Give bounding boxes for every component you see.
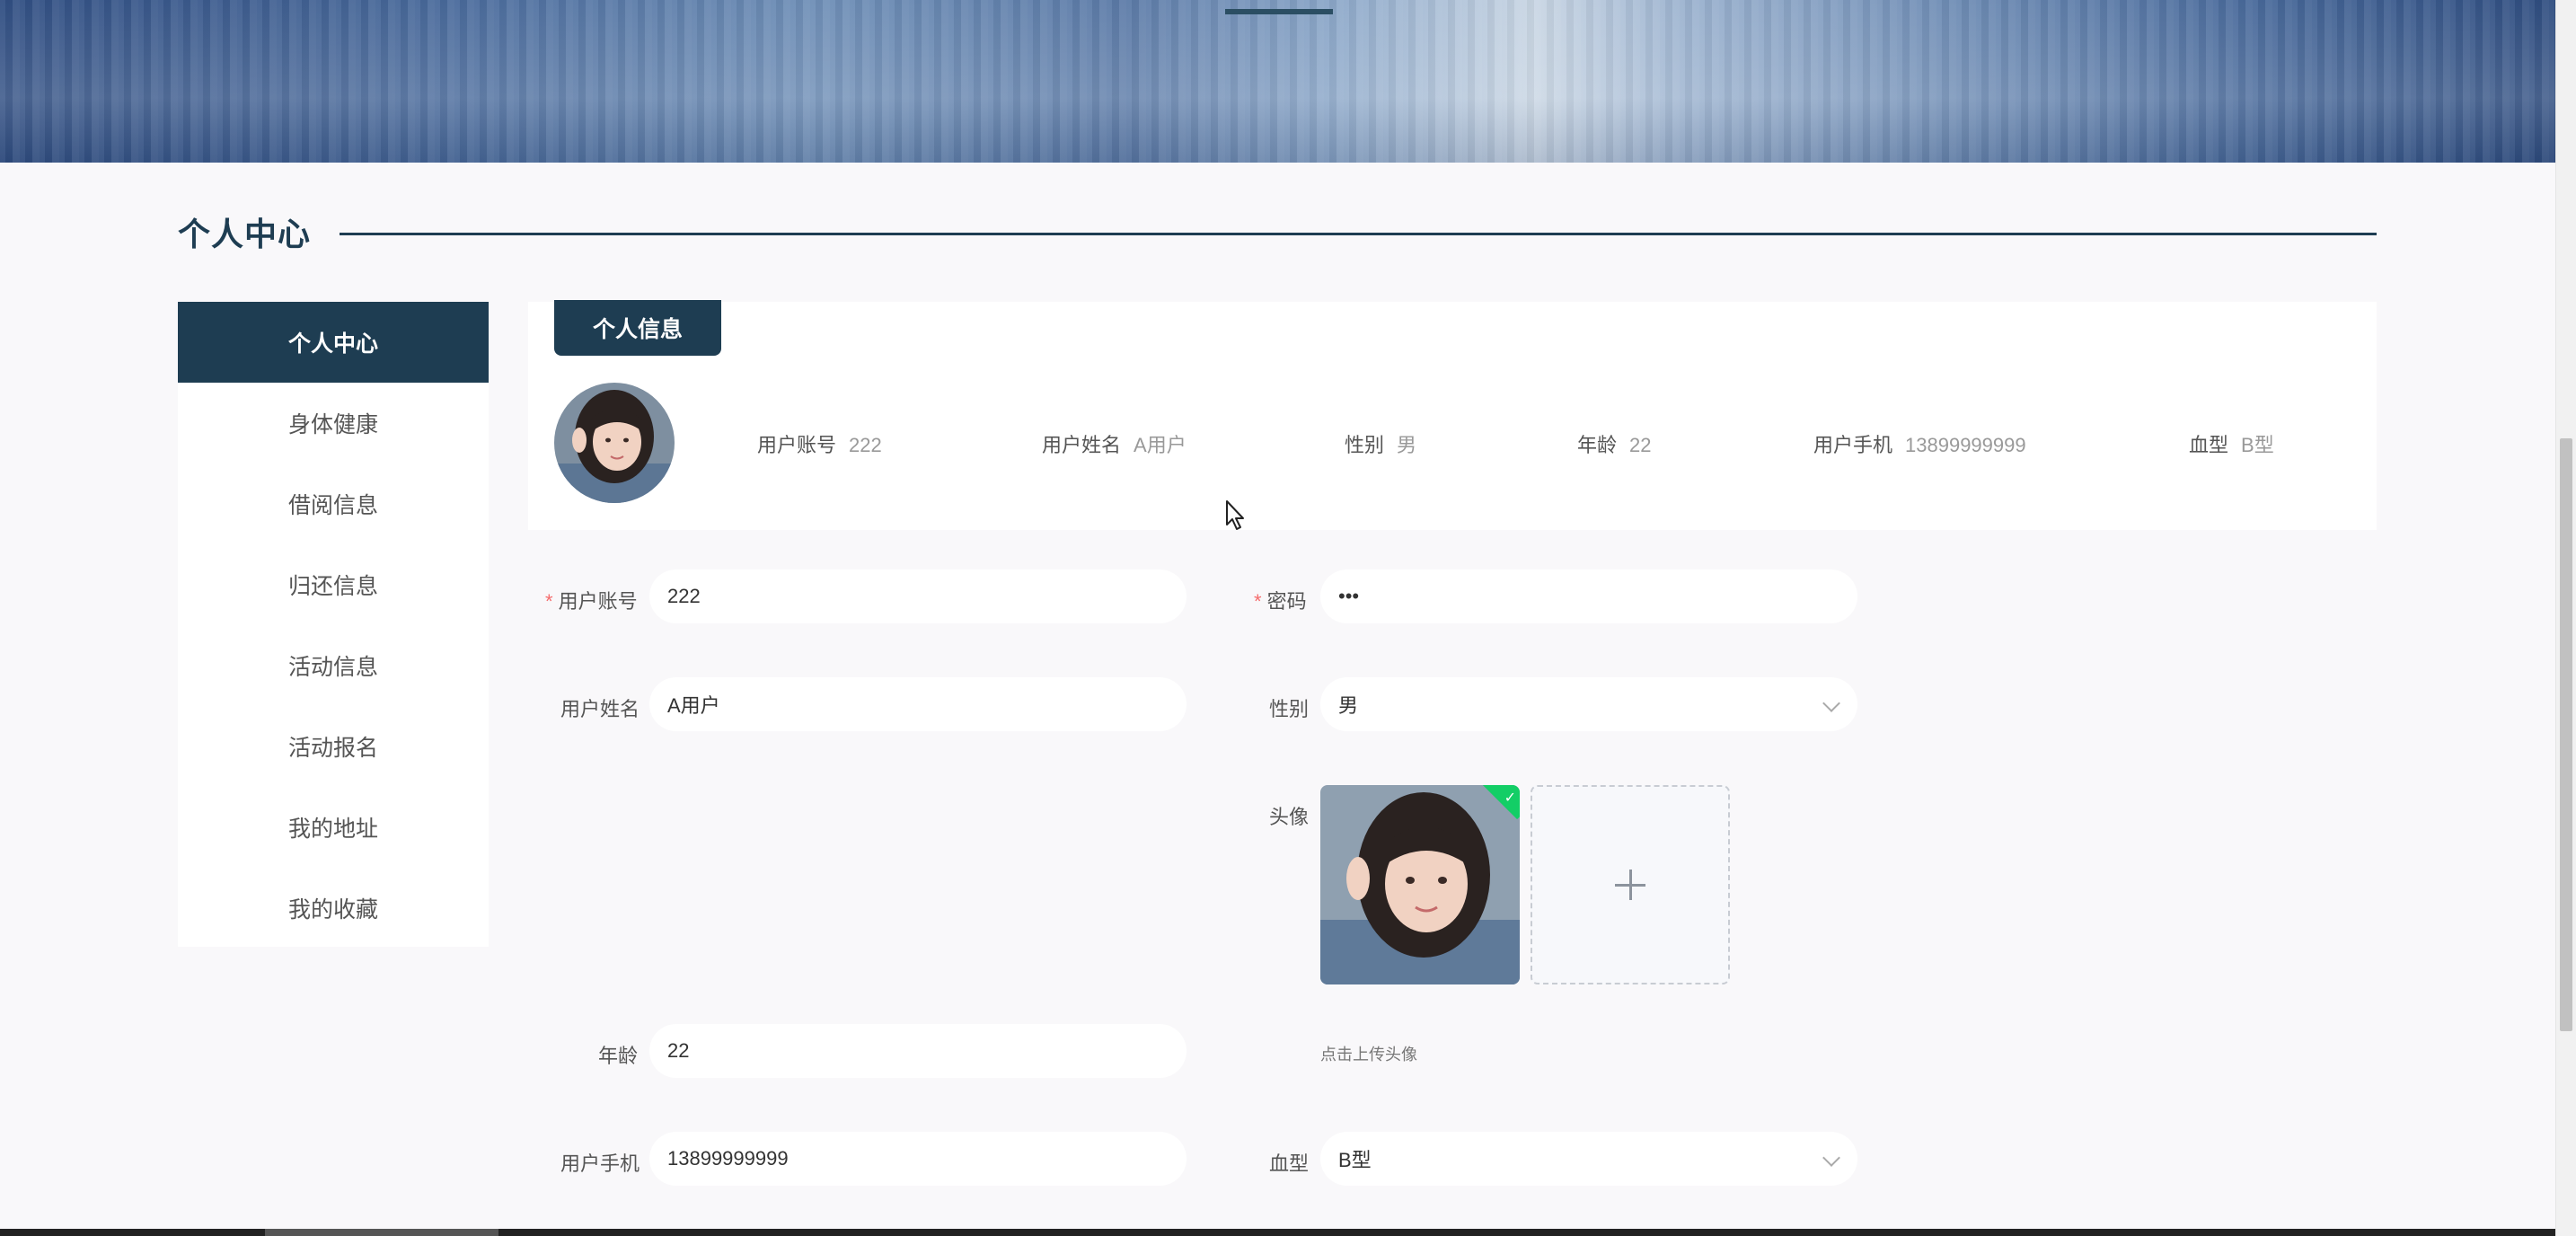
age-field-label: 年龄 bbox=[598, 1045, 639, 1067]
sidebar-item-activity[interactable]: 活动信息 bbox=[178, 625, 489, 706]
tab-personal-info[interactable]: 个人信息 bbox=[554, 300, 721, 356]
avatar-photo-icon bbox=[554, 383, 675, 503]
phone-input-value: 13899999999 bbox=[667, 1147, 789, 1170]
page-title: 个人中心 bbox=[178, 216, 312, 252]
info-gender-value: 男 bbox=[1397, 434, 1417, 456]
info-gender-label: 性别 bbox=[1345, 434, 1385, 456]
blood-select[interactable]: B型 bbox=[1320, 1132, 1857, 1186]
check-icon: ✓ bbox=[1504, 790, 1516, 806]
sidebar-item-address[interactable]: 我的地址 bbox=[178, 787, 489, 868]
age-input[interactable]: 22 bbox=[649, 1024, 1187, 1078]
blood-field-label: 血型 bbox=[1269, 1152, 1310, 1175]
required-asterisk: * bbox=[1254, 590, 1262, 613]
avatar bbox=[554, 383, 675, 503]
info-account: 用户账号 222 bbox=[757, 429, 882, 458]
gender-select-value: 男 bbox=[1338, 694, 1359, 717]
info-phone-label: 用户手机 bbox=[1813, 434, 1893, 456]
name-field-label: 用户姓名 bbox=[560, 698, 640, 720]
sidebar-item-borrow[interactable]: 借阅信息 bbox=[178, 464, 489, 544]
info-age: 年龄 22 bbox=[1577, 429, 1652, 458]
info-blood-label: 血型 bbox=[2189, 434, 2229, 456]
info-account-value: 222 bbox=[849, 434, 882, 456]
avatar-upload-button[interactable] bbox=[1531, 785, 1730, 984]
account-label-text: 用户账号 bbox=[558, 590, 638, 613]
account-input[interactable]: 222 bbox=[649, 569, 1187, 623]
gender-field-label: 性别 bbox=[1269, 698, 1310, 720]
sidebar-item-signup[interactable]: 活动报名 bbox=[178, 706, 489, 787]
info-gender: 性别男 bbox=[1345, 429, 1416, 458]
banner-image bbox=[0, 0, 2555, 163]
account-input-value: 222 bbox=[667, 585, 701, 607]
phone-input[interactable]: 13899999999 bbox=[649, 1132, 1187, 1186]
sidebar-item-favorites[interactable]: 我的收藏 bbox=[178, 868, 489, 949]
name-input[interactable]: A用户 bbox=[649, 677, 1187, 731]
required-asterisk: * bbox=[545, 590, 553, 613]
sidebar-item-personal-center[interactable]: 个人中心 bbox=[178, 302, 489, 383]
avatar-field-label: 头像 bbox=[1269, 806, 1310, 828]
info-account-label: 用户账号 bbox=[757, 434, 837, 456]
password-input-value: ••• bbox=[1338, 585, 1360, 607]
info-name-value: A用户 bbox=[1134, 434, 1187, 456]
info-age-label: 年龄 bbox=[1577, 434, 1618, 456]
name-input-value: A用户 bbox=[667, 694, 720, 717]
info-phone: 用户手机 13899999999 bbox=[1813, 429, 2026, 458]
info-blood: 血型 B型 bbox=[2189, 429, 2274, 458]
sidebar-item-return[interactable]: 归还信息 bbox=[178, 544, 489, 625]
uploaded-photo-icon bbox=[1320, 785, 1520, 984]
info-name-label: 用户姓名 bbox=[1042, 434, 1122, 456]
blood-select-value: B型 bbox=[1338, 1149, 1372, 1171]
password-label-text: 密码 bbox=[1266, 590, 1307, 613]
chevron-down-icon bbox=[1822, 1149, 1840, 1167]
mouse-cursor-icon bbox=[1226, 500, 1244, 530]
info-phone-value: 13899999999 bbox=[1905, 434, 2026, 456]
chevron-down-icon bbox=[1822, 694, 1840, 712]
sidebar-item-health[interactable]: 身体健康 bbox=[178, 383, 489, 464]
password-field-label: * 密码 bbox=[1254, 586, 1307, 614]
profile-summary-panel bbox=[528, 302, 2377, 530]
phone-field-label: 用户手机 bbox=[560, 1152, 640, 1175]
account-field-label: * 用户账号 bbox=[545, 586, 638, 614]
sidebar: 个人中心 身体健康 借阅信息 归还信息 活动信息 活动报名 我的地址 我的收藏 bbox=[178, 302, 489, 947]
upload-tip-text: 点击上传头像 bbox=[1320, 1046, 1417, 1064]
info-name: 用户姓名 A用户 bbox=[1042, 429, 1187, 458]
title-divider bbox=[340, 233, 2377, 235]
info-blood-value: B型 bbox=[2241, 434, 2274, 456]
uploaded-avatar-thumbnail[interactable]: ✓ bbox=[1320, 785, 1520, 984]
carousel-indicator[interactable] bbox=[1225, 9, 1333, 14]
info-age-value: 22 bbox=[1629, 434, 1652, 456]
page: 个人中心 个人中心 身体健康 借阅信息 归还信息 活动信息 活动报名 我的地址 … bbox=[0, 0, 2576, 1236]
horizontal-scrollbar-thumb[interactable] bbox=[265, 1229, 498, 1236]
password-input[interactable]: ••• bbox=[1320, 569, 1857, 623]
gender-select[interactable]: 男 bbox=[1320, 677, 1857, 731]
age-input-value: 22 bbox=[667, 1039, 690, 1062]
vertical-scrollbar-thumb[interactable] bbox=[2560, 438, 2572, 1031]
